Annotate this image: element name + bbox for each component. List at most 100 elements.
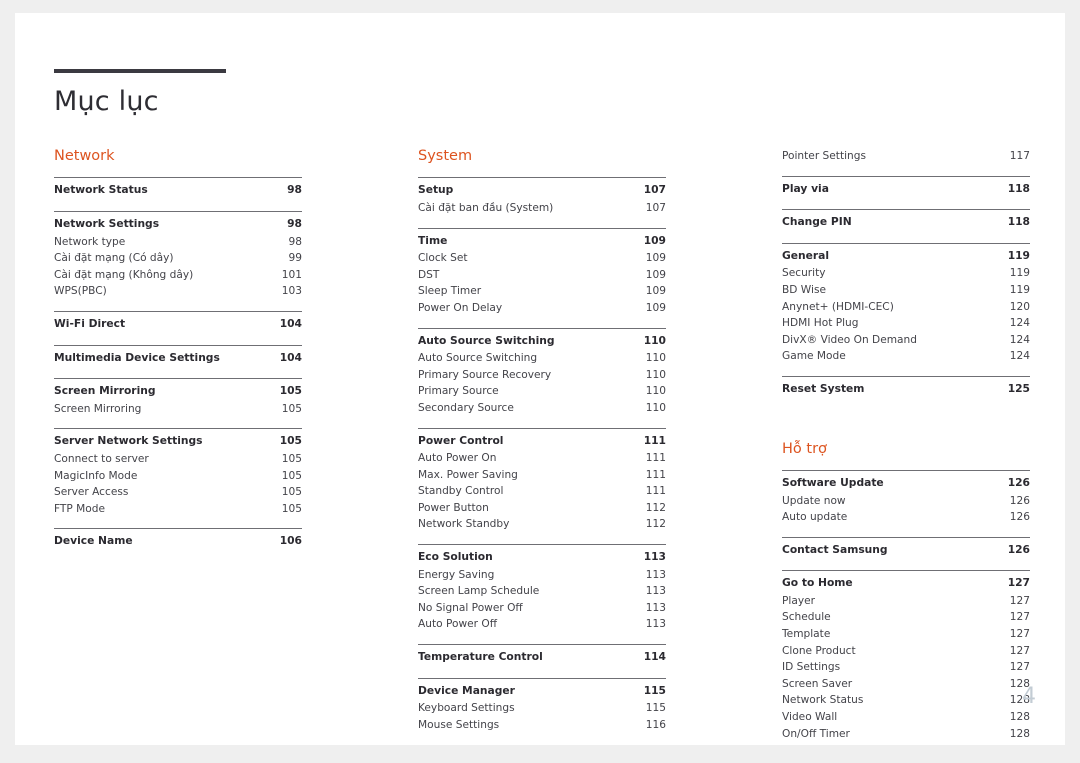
- toc-entry-sub[interactable]: Power On Delay 109: [418, 300, 666, 317]
- toc-entry-primary[interactable]: Power Control 111: [418, 433, 666, 451]
- toc-entry-sub[interactable]: On/Off Timer 128: [782, 726, 1030, 743]
- toc-entry-page: 117: [1009, 150, 1030, 162]
- toc-entry-label: On/Off Timer: [782, 727, 850, 740]
- toc-entry-page: 110: [645, 352, 666, 365]
- toc-entry-sub[interactable]: Primary Source 110: [418, 383, 666, 400]
- toc-entry-sub[interactable]: Security 119: [782, 265, 1030, 282]
- toc-entry-label: Security: [782, 267, 826, 280]
- toc-entry-sub[interactable]: Connect to server 105: [54, 451, 302, 468]
- toc-entry-sub[interactable]: Player 127: [782, 593, 1030, 610]
- toc-entry-sub[interactable]: Mouse Settings 116: [418, 717, 666, 734]
- toc-entry-primary[interactable]: General 119: [782, 248, 1030, 266]
- toc-entry-primary[interactable]: Device Name 106: [54, 533, 302, 551]
- toc-entry-sub[interactable]: Network Standby 112: [418, 516, 666, 533]
- toc-entry-sub[interactable]: Server Access 105: [54, 484, 302, 501]
- toc-entry-primary[interactable]: Auto Source Switching 110: [418, 333, 666, 351]
- toc-entry-primary[interactable]: Eco Solution 113: [418, 549, 666, 567]
- toc-entry-primary[interactable]: Screen Mirroring 105: [54, 383, 302, 401]
- toc-entry-page: 113: [645, 568, 666, 581]
- toc-group: Device Manager 115 Keyboard Settings 115 Mou…: [418, 677, 666, 734]
- toc-entry-sub[interactable]: DST 109: [418, 267, 666, 284]
- toc-entry-primary[interactable]: Play via 118: [782, 181, 1030, 199]
- toc-entry-primary[interactable]: Change PIN 118: [782, 214, 1030, 232]
- toc-entry-sub[interactable]: Template 127: [782, 626, 1030, 643]
- toc-entry-primary[interactable]: Contact Samsung 126: [782, 542, 1030, 560]
- toc-entry-page: 98: [287, 216, 302, 230]
- toc-entry-label: Network Status: [782, 694, 864, 707]
- toc-entry-label: Clock Set: [418, 252, 468, 265]
- toc-entry-label: Keyboard Settings: [418, 702, 515, 715]
- toc-entry-sub[interactable]: Screen Saver 128: [782, 676, 1030, 693]
- toc-entry-sub[interactable]: Video Wall 128: [782, 709, 1030, 726]
- toc-entry-label: DivX® Video On Demand: [782, 333, 917, 346]
- toc-entry-primary[interactable]: Network Settings 98: [54, 216, 302, 234]
- toc-entry-sub[interactable]: Keyboard Settings 115: [418, 700, 666, 717]
- toc-entry-sub[interactable]: WPS(PBC) 103: [54, 283, 302, 300]
- toc-entry-label: Play via: [782, 181, 829, 195]
- toc-entry-label: Secondary Source: [418, 401, 514, 414]
- toc-entry-primary[interactable]: Reset System 125: [782, 381, 1030, 399]
- toc-entry-primary[interactable]: Software Update 126: [782, 475, 1030, 493]
- toc-entry-sub[interactable]: Game Mode 124: [782, 348, 1030, 365]
- toc-entry-label: MagicInfo Mode: [54, 469, 138, 482]
- toc-entry-sub[interactable]: FTP Mode 105: [54, 501, 302, 518]
- toc-entry-page: 103: [281, 285, 302, 298]
- toc-entry-page: 118: [1007, 215, 1030, 229]
- toc-entry-sub[interactable]: Secondary Source 110: [418, 400, 666, 417]
- toc-entry-primary[interactable]: Temperature Control 114: [418, 649, 666, 667]
- toc-entry-sub[interactable]: No Signal Power Off 113: [418, 600, 666, 617]
- toc-entry-sub[interactable]: Max. Power Saving 111: [418, 467, 666, 484]
- toc-entry-sub[interactable]: Network Status 128: [782, 692, 1030, 709]
- toc-entry-sub[interactable]: Auto Power Off 113: [418, 616, 666, 633]
- toc-entry-sub[interactable]: Clock Set 109: [418, 250, 666, 267]
- toc-entry-page: 99: [288, 252, 302, 265]
- toc-entry-page: 126: [1007, 542, 1030, 556]
- toc-entry-sub[interactable]: Anynet+ (HDMI-CEC) 120: [782, 299, 1030, 316]
- toc-entry-sub[interactable]: MagicInfo Mode 105: [54, 468, 302, 485]
- toc-entry-sub[interactable]: Auto update 126: [782, 509, 1030, 526]
- toc-entry-label: HDMI Hot Plug: [782, 317, 859, 330]
- toc-entry-sub[interactable]: Cài đặt mạng (Không dây) 101: [54, 267, 302, 284]
- toc-entry-page: 109: [643, 233, 666, 247]
- toc-entry-page: 111: [643, 433, 666, 447]
- toc-entry-primary[interactable]: Go to Home 127: [782, 575, 1030, 593]
- toc-entry-primary[interactable]: Device Manager 115: [418, 683, 666, 701]
- toc-entry-primary[interactable]: Wi-Fi Direct 104: [54, 316, 302, 334]
- toc-entry-sub[interactable]: Sleep Timer 109: [418, 283, 666, 300]
- section-heading: System: [418, 148, 473, 164]
- toc-entry-primary[interactable]: Multimedia Device Settings 104: [54, 350, 302, 368]
- toc-entry-sub[interactable]: Schedule 127: [782, 609, 1030, 626]
- toc-group: Contact Samsung 126: [782, 536, 1030, 560]
- toc-entry-label: Cài đặt ban đầu (System): [418, 201, 554, 214]
- toc-entry-sub[interactable]: Auto Source Switching 110: [418, 350, 666, 367]
- toc-entry-page: 110: [645, 385, 666, 398]
- toc-entry-primary[interactable]: Server Network Settings 105: [54, 433, 302, 451]
- toc-entry-sub[interactable]: Primary Source Recovery 110: [418, 367, 666, 384]
- toc-entry-sub[interactable]: Pointer Settings 117: [782, 148, 1030, 165]
- toc-entry-sub[interactable]: Network type 98: [54, 234, 302, 251]
- toc-entry-sub[interactable]: Cài đặt mạng (Có dây) 99: [54, 250, 302, 267]
- toc-entry-page: 113: [645, 601, 666, 614]
- toc-entry-sub[interactable]: Standby Control 111: [418, 483, 666, 500]
- toc-entry-sub[interactable]: Cài đặt ban đầu (System) 107: [418, 200, 666, 217]
- toc-entry-page: 109: [645, 301, 666, 314]
- toc-entry-sub[interactable]: Clone Product 127: [782, 643, 1030, 660]
- toc-entry-primary[interactable]: Time 109: [418, 233, 666, 251]
- toc-entry-sub[interactable]: ID Settings 127: [782, 659, 1030, 676]
- toc-entry-sub[interactable]: Auto Power On 111: [418, 450, 666, 467]
- toc-entry-primary[interactable]: Setup 107: [418, 182, 666, 200]
- toc-entry-sub[interactable]: BD Wise 119: [782, 282, 1030, 299]
- toc-entry-label: Screen Lamp Schedule: [418, 585, 540, 598]
- toc-entry-page: 105: [281, 502, 302, 515]
- toc-entry-sub[interactable]: Screen Lamp Schedule 113: [418, 583, 666, 600]
- toc-entry-sub[interactable]: Energy Saving 113: [418, 567, 666, 584]
- toc-entry-label: General: [782, 248, 830, 262]
- toc-entry-page: 104: [279, 316, 302, 330]
- toc-entry-sub[interactable]: DivX® Video On Demand 124: [782, 332, 1030, 349]
- toc-entry-primary[interactable]: Network Status 98: [54, 182, 302, 200]
- toc-entry-sub[interactable]: Update now 126: [782, 493, 1030, 510]
- toc-group: Setup 107 Cài đặt ban đầu (System) 107: [418, 177, 666, 216]
- toc-entry-sub[interactable]: Power Button 112: [418, 500, 666, 517]
- toc-entry-sub[interactable]: Screen Mirroring 105: [54, 401, 302, 418]
- toc-entry-sub[interactable]: HDMI Hot Plug 124: [782, 315, 1030, 332]
